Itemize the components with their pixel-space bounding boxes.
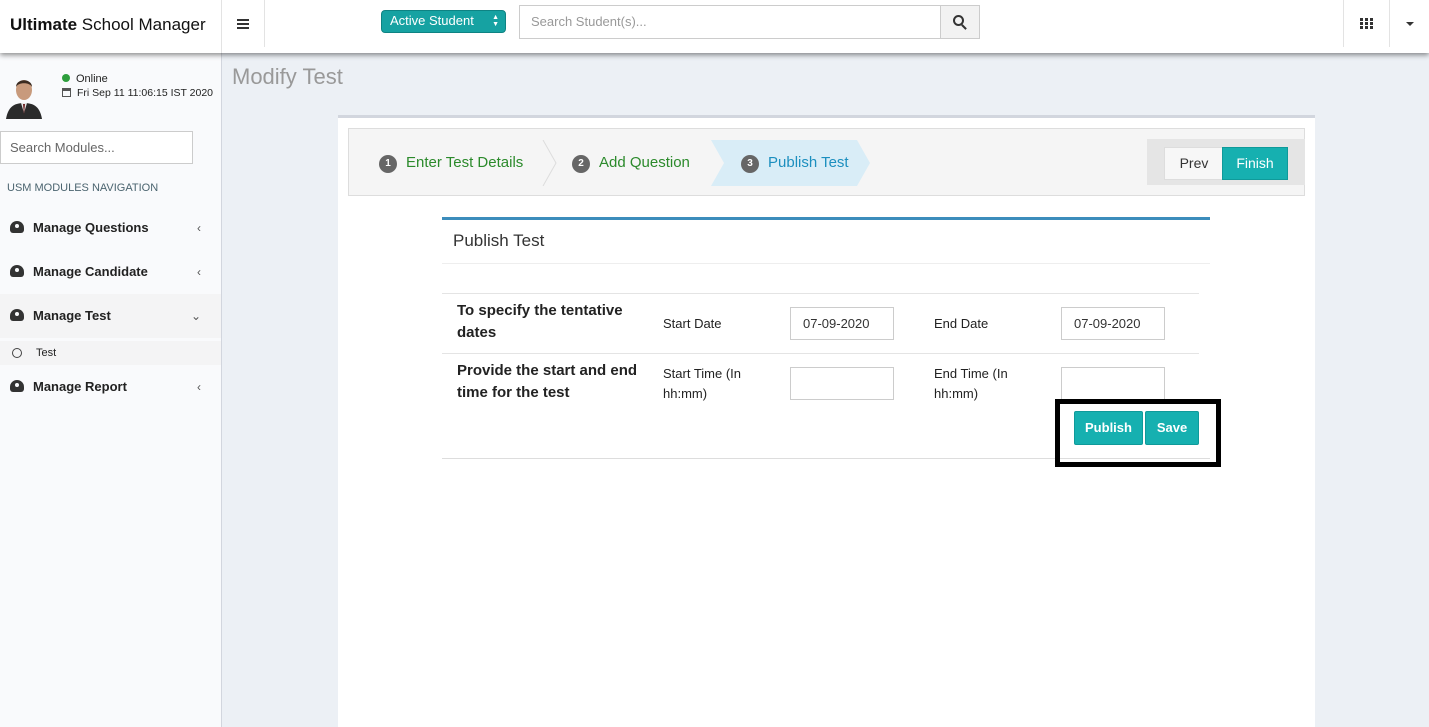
search-icon xyxy=(953,15,964,26)
page-title: Modify Test xyxy=(232,64,343,89)
save-button[interactable]: Save xyxy=(1145,411,1199,445)
user-avatar xyxy=(4,73,44,119)
student-search-input[interactable]: Search Student(s)... xyxy=(519,5,941,39)
sidebar-item-label: Manage Candidate xyxy=(33,264,148,279)
apps-button[interactable] xyxy=(1343,0,1389,47)
step-separator-icon xyxy=(542,140,557,186)
end-date-field[interactable]: 07-09-2020 xyxy=(1061,307,1165,340)
select-arrows-icon: ▲ ▼ xyxy=(492,14,499,28)
sidebar-item-label: Manage Report xyxy=(33,379,127,394)
end-time-field[interactable] xyxy=(1061,367,1165,400)
finish-button[interactable]: Finish xyxy=(1222,147,1288,180)
student-status-select[interactable]: Active Student ▲ ▼ xyxy=(381,10,506,33)
step-number-badge: 3 xyxy=(741,155,759,173)
divider xyxy=(442,263,1210,264)
end-time-label: End Time (In hh:mm) xyxy=(934,366,1008,401)
wizard-step-add-question[interactable]: 2 Add Question xyxy=(572,140,690,186)
wizard-button-group: Prev Finish xyxy=(1147,139,1305,185)
step-label: Add Question xyxy=(599,154,690,171)
brand-bold: Ultimate xyxy=(10,15,78,34)
chevron-left-icon: ‹ xyxy=(197,265,201,279)
calendar-icon xyxy=(62,88,71,97)
divider xyxy=(442,293,1199,294)
sidebar: Online Fri Sep 11 11:06:15 IST 2020 Sear… xyxy=(0,53,222,727)
sidebar-item-manage-questions[interactable]: Manage Questions ‹ xyxy=(0,206,221,250)
hamburger-icon xyxy=(237,18,249,29)
step-number-badge: 2 xyxy=(572,155,590,173)
module-search-input[interactable]: Search Modules... xyxy=(0,131,193,164)
wizard-step-enter-test-details[interactable]: 1 Enter Test Details xyxy=(379,140,523,186)
top-header: Ultimate School Manager Active Student ▲… xyxy=(0,0,1429,53)
start-time-field[interactable] xyxy=(790,367,894,400)
chevron-left-icon: ‹ xyxy=(197,221,201,235)
wizard-step-publish-test[interactable]: 3 Publish Test xyxy=(741,140,849,186)
start-date-label: Start Date xyxy=(663,316,722,331)
user-menu-dropdown[interactable] xyxy=(1389,0,1429,47)
step-number-badge: 1 xyxy=(379,155,397,173)
search-button[interactable] xyxy=(940,5,980,39)
sidebar-toggle-button[interactable] xyxy=(222,0,265,47)
sidebar-subitem-label: Test xyxy=(36,347,57,359)
dashboard-icon xyxy=(10,380,24,392)
chevron-left-icon: ‹ xyxy=(197,380,201,394)
sidebar-item-label: Manage Questions xyxy=(33,220,149,235)
start-date-field[interactable]: 07-09-2020 xyxy=(790,307,894,340)
nav-header: USM MODULES NAVIGATION xyxy=(7,182,159,194)
online-status: Online xyxy=(62,73,108,85)
online-status-label: Online xyxy=(76,73,108,85)
circle-icon xyxy=(12,348,22,358)
wizard-steps: 1 Enter Test Details 2 Add Question 3 Publi… xyxy=(348,128,1305,196)
online-dot-icon xyxy=(62,74,70,82)
datetime-text: Fri Sep 11 11:06:15 IST 2020 xyxy=(77,87,214,99)
publish-button[interactable]: Publish xyxy=(1074,411,1143,445)
time-question-label: Provide the start and end time for the t… xyxy=(457,362,638,401)
brand-rest: School Manager xyxy=(77,15,206,34)
dashboard-icon xyxy=(10,309,24,321)
panel-title: Publish Test xyxy=(453,231,545,250)
current-datetime: Fri Sep 11 11:06:15 IST 2020 xyxy=(62,87,213,99)
prev-button[interactable]: Prev xyxy=(1164,147,1224,180)
app-brand[interactable]: Ultimate School Manager xyxy=(0,0,222,53)
dashboard-icon xyxy=(10,221,24,233)
sidebar-item-manage-report[interactable]: Manage Report ‹ xyxy=(0,365,221,409)
grid-icon xyxy=(1360,18,1373,29)
end-date-label: End Date xyxy=(934,316,989,331)
dates-question-label: To specify the tentative dates xyxy=(457,302,623,341)
sidebar-item-label: Manage Test xyxy=(33,308,111,323)
sidebar-item-manage-test[interactable]: Manage Test ⌄ xyxy=(0,294,221,338)
student-status-value: Active Student xyxy=(390,13,474,28)
chevron-down-icon: ⌄ xyxy=(190,309,201,323)
dashboard-icon xyxy=(10,265,24,277)
sidebar-subitem-test[interactable]: Test xyxy=(0,341,221,365)
start-time-label: Start Time (In hh:mm) xyxy=(663,366,742,401)
sidebar-item-manage-candidate[interactable]: Manage Candidate ‹ xyxy=(0,250,221,294)
caret-down-icon xyxy=(1405,21,1414,26)
step-label: Publish Test xyxy=(768,154,849,171)
step-label: Enter Test Details xyxy=(406,154,524,171)
divider xyxy=(442,353,1199,354)
